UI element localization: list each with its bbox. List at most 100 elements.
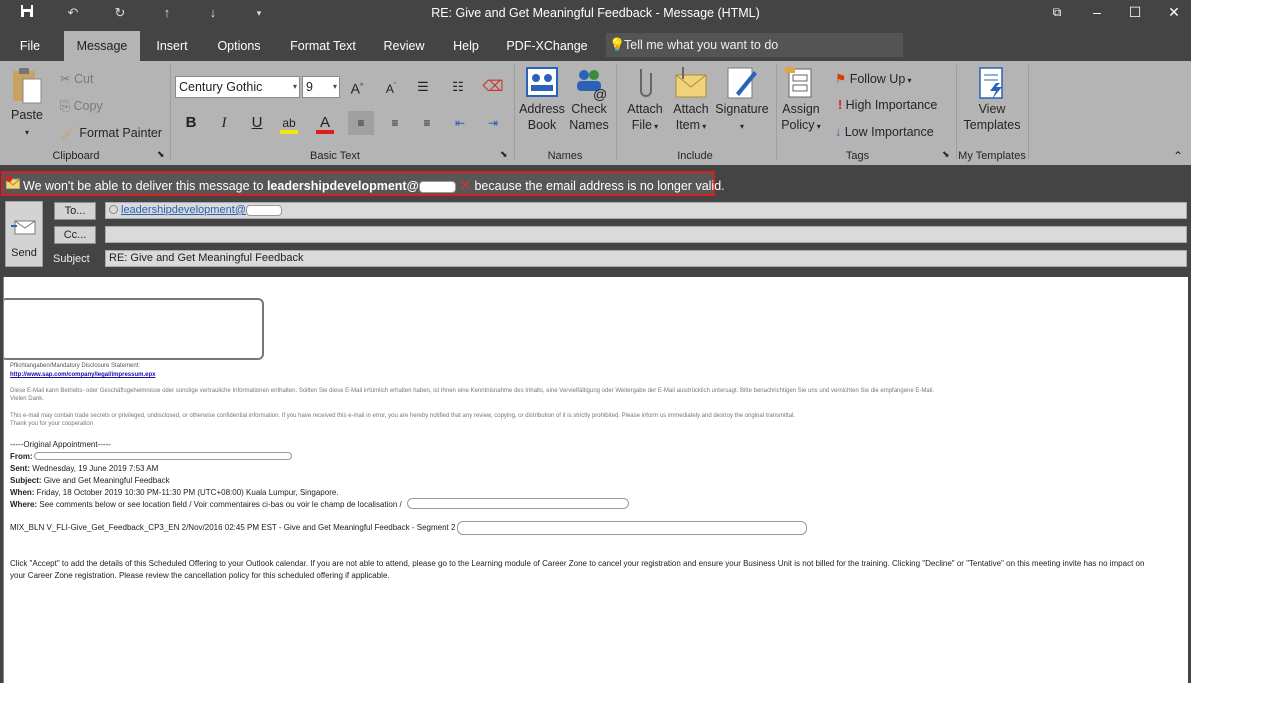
instructions-line-1: Click "Accept" to add the details of thi…: [10, 559, 1145, 568]
check-names-label-1: Check: [571, 102, 607, 116]
address-book-button[interactable]: Address Book: [518, 65, 566, 133]
subject-field[interactable]: RE: Give and Get Meaningful Feedback: [105, 250, 1187, 267]
copy-icon: ⎘: [60, 99, 71, 113]
underline-button[interactable]: U: [244, 111, 270, 135]
view-templates-label-1: View: [978, 102, 1006, 116]
warning-text-after: because the email address is no longer v…: [471, 179, 725, 193]
tell-me-search[interactable]: 💡 Tell me what you want to do: [606, 33, 903, 57]
attach-file-label-2: File: [631, 118, 652, 132]
italic-button[interactable]: I: [211, 111, 237, 135]
english-notice: This e-mail may contain trade secrets or…: [10, 413, 796, 419]
redacted-signature: [4, 298, 264, 360]
cc-field[interactable]: [105, 226, 1187, 243]
format-painter-label: Format Painter: [79, 126, 163, 140]
attach-item-button[interactable]: Attach Item ▾: [668, 65, 714, 135]
include-group-label: Include: [677, 150, 713, 162]
assign-policy-label-2: Policy: [781, 118, 815, 132]
to-recipient[interactable]: leadershipdevelopment@: [121, 204, 246, 216]
subject-line-label: Subject:: [10, 476, 42, 485]
high-importance-label: High Importance: [845, 98, 938, 112]
view-templates-icon: [979, 67, 1003, 99]
maximize-icon[interactable]: ☐: [1124, 2, 1146, 22]
tab-pdf-xchange[interactable]: PDF-XChange: [505, 31, 589, 61]
where-value: See comments below or see location field…: [39, 500, 402, 509]
group-divider: [1028, 65, 1029, 159]
signature-button[interactable]: Signature ▾: [714, 65, 770, 135]
clear-formatting-icon[interactable]: ⌫: [480, 75, 506, 99]
align-center-icon[interactable]: ≡: [382, 111, 408, 135]
disclosure-link[interactable]: http://www.sap.com/company/legal/impress…: [10, 372, 155, 378]
cc-button[interactable]: Cc...: [54, 226, 96, 244]
clipboard-group-label: Clipboard: [52, 150, 100, 162]
to-button[interactable]: To...: [54, 202, 96, 220]
bullets-icon[interactable]: ☰: [410, 75, 436, 99]
grow-font-button[interactable]: A^: [344, 75, 370, 99]
subject-line: Subject: Give and Get Meaningful Feedbac…: [10, 476, 170, 485]
sent-label: Sent:: [10, 464, 30, 473]
clipboard-launcher-icon[interactable]: ⬊: [157, 149, 165, 160]
low-importance-button[interactable]: ↓ Low Importance: [835, 125, 934, 139]
subject-label: Subject: [53, 253, 90, 265]
tags-launcher-icon[interactable]: ⬊: [942, 149, 950, 160]
attach-file-label-1: Attach: [627, 102, 663, 116]
tab-message[interactable]: Message: [64, 31, 140, 61]
envelope-warning-icon: [5, 176, 21, 194]
font-size-combo[interactable]: 9 ▾: [302, 76, 340, 98]
format-painter-button[interactable]: 🖌 Format Painter: [60, 126, 162, 141]
attach-item-label-1: Attach: [673, 102, 709, 116]
paintbrush-icon: 🖌: [60, 126, 76, 140]
copy-button[interactable]: ⎘ Copy: [60, 99, 103, 114]
check-names-button[interactable]: @ Check Names: [566, 65, 612, 133]
paperclip-icon: [640, 69, 652, 97]
german-thanks: Vielen Dank.: [10, 396, 44, 402]
basic-text-launcher-icon[interactable]: ⬊: [500, 149, 508, 160]
tab-file[interactable]: File: [12, 31, 48, 61]
paste-button[interactable]: Paste ▾: [6, 65, 48, 141]
view-templates-button[interactable]: View Templates: [960, 65, 1024, 133]
signature-icon: [727, 67, 757, 99]
decrease-indent-icon[interactable]: ⇤: [447, 111, 473, 135]
high-importance-button[interactable]: ! High Importance: [838, 98, 937, 112]
when-label: When:: [10, 488, 35, 497]
tab-insert[interactable]: Insert: [150, 31, 194, 61]
font-name-combo[interactable]: Century Gothic ▾: [175, 76, 300, 98]
align-right-icon[interactable]: ≡: [414, 111, 440, 135]
tab-format-text[interactable]: Format Text: [285, 31, 361, 61]
names-group-label: Names: [547, 150, 583, 162]
when-line: When: Friday, 18 October 2019 10:30 PM-1…: [10, 488, 339, 497]
send-button[interactable]: Send: [5, 201, 43, 267]
highlight-icon[interactable]: ab: [276, 111, 302, 135]
bold-button[interactable]: B: [178, 111, 204, 135]
ribbon-display-icon[interactable]: ⧉: [1046, 2, 1068, 22]
exclamation-icon: !: [838, 98, 843, 112]
original-appointment-header: -----Original Appointment-----: [10, 440, 111, 449]
instructions-line-2: your Career Zone registration. Please re…: [10, 571, 390, 580]
warning-address: leadershipdevelopment@: [266, 179, 419, 193]
increase-indent-icon[interactable]: ⇥: [480, 111, 506, 135]
to-field[interactable]: leadershipdevelopment@: [105, 202, 1187, 219]
german-notice: Diese E-Mail kann Betriebs- oder Geschäf…: [10, 388, 935, 394]
align-left-icon[interactable]: ≡: [348, 111, 374, 135]
tab-options[interactable]: Options: [212, 31, 266, 61]
message-body[interactable]: Pflichtangaben/Mandatory Disclosure Stat…: [3, 277, 1188, 683]
ribbon: Paste ▾ ✂ Cut ⎘ Copy 🖌 Format Painter Cli…: [0, 61, 1191, 165]
tab-review[interactable]: Review: [380, 31, 428, 61]
cut-button[interactable]: ✂ Cut: [60, 71, 93, 86]
collapse-ribbon-icon[interactable]: ⌃: [1173, 149, 1183, 163]
numbering-icon[interactable]: ☷: [445, 75, 471, 99]
tab-help[interactable]: Help: [448, 31, 484, 61]
attach-file-button[interactable]: Attach File ▾: [622, 65, 668, 135]
assign-policy-button[interactable]: Assign Policy ▾: [778, 65, 824, 135]
follow-up-button[interactable]: ⚑ Follow Up ▾: [835, 71, 912, 86]
redacted-sender: [34, 452, 292, 460]
scissors-icon: ✂: [60, 72, 71, 86]
close-icon[interactable]: ✕: [1163, 2, 1185, 22]
redacted-course-link: [457, 521, 807, 535]
font-color-icon[interactable]: A: [312, 111, 338, 135]
chevron-down-icon: ▾: [332, 82, 337, 91]
where-label: Where:: [10, 500, 38, 509]
shrink-font-button[interactable]: Aˇ: [378, 75, 404, 99]
from-label: From:: [10, 452, 33, 461]
minimize-icon[interactable]: –: [1086, 2, 1108, 22]
title-bar: ↶ ↻ ↑ ↓ ▾ RE: Give and Get Meaningful Fe…: [0, 0, 1191, 27]
